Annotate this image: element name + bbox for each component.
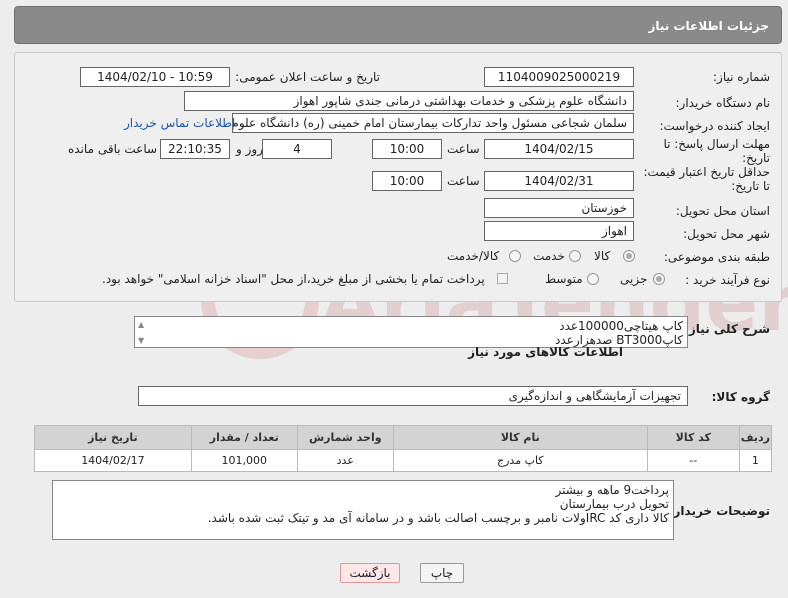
city-label: شهر محل تحویل: bbox=[683, 227, 770, 241]
scroll-up-icon[interactable]: ▲ bbox=[138, 318, 144, 332]
buyer-notes-line-1: پرداخت9 ماهه و بیشتر bbox=[555, 483, 669, 497]
need-number-label: شماره نیاز: bbox=[713, 70, 770, 84]
items-section-title: اطلاعات کالاهای مورد نیاز bbox=[468, 345, 623, 359]
category-radio-goods[interactable] bbox=[623, 250, 635, 262]
scroll-down-icon[interactable]: ▼ bbox=[138, 334, 144, 348]
price-date-field: 1404/02/31 bbox=[484, 171, 634, 191]
process-option-medium: متوسط bbox=[545, 272, 583, 286]
general-desc-line-1: کاپ هیتاچی100000عدد bbox=[559, 319, 683, 333]
category-option-goods: کالا bbox=[594, 249, 611, 263]
send-deadline-label: مهلت ارسال پاسخ: تا تاریخ: bbox=[663, 137, 770, 165]
category-label: طبقه بندی موضوعی: bbox=[663, 250, 770, 264]
creator-label: ایجاد کننده درخواست: bbox=[659, 119, 770, 133]
send-date-field: 1404/02/15 bbox=[484, 139, 634, 159]
col-quantity: تعداد / مقدار bbox=[190, 425, 298, 450]
province-label: استان محل تحویل: bbox=[675, 204, 770, 218]
send-time-label: ساعت bbox=[447, 142, 480, 156]
price-time-label: ساعت bbox=[447, 174, 480, 188]
category-radio-goods-service[interactable] bbox=[509, 250, 521, 262]
send-time-field: 10:00 bbox=[372, 139, 442, 159]
announce-label: تاریخ و ساعت اعلان عمومی: bbox=[235, 70, 380, 84]
process-radio-medium[interactable] bbox=[587, 273, 599, 285]
process-radio-minor[interactable] bbox=[653, 273, 665, 285]
page-header: جزئیات اطلاعات نیاز bbox=[14, 6, 782, 44]
process-label: نوع فرآیند خرید : bbox=[685, 273, 770, 287]
cell-unit: عدد bbox=[296, 449, 394, 472]
back-button[interactable]: بازگشت bbox=[340, 563, 400, 583]
buyer-notes-textarea[interactable]: پرداخت9 ماهه و بیشتر تحویل درب بیمارستان… bbox=[52, 480, 674, 540]
days-field: 4 bbox=[262, 139, 332, 159]
page-title: جزئیات اطلاعات نیاز bbox=[648, 19, 769, 33]
creator-field: سلمان شجاعی مسئول واحد تدارکات بیمارستان… bbox=[232, 113, 634, 133]
category-radio-service[interactable] bbox=[569, 250, 581, 262]
cell-code: -- bbox=[646, 449, 740, 472]
items-table-header: ردیف کد کالا نام کالا واحد شمارش تعداد /… bbox=[34, 425, 773, 450]
buyer-org-label: نام دستگاه خریدار: bbox=[675, 96, 771, 110]
col-row: ردیف bbox=[738, 425, 773, 450]
city-field: اهواز bbox=[484, 221, 634, 241]
buyer-contact-link[interactable]: اطلاعات تماس خریدار bbox=[124, 116, 235, 130]
treasury-payment-note: پرداخت تمام یا بخشی از مبلغ خرید،از محل … bbox=[102, 272, 485, 286]
announce-field: 1404/02/10 - 10:59 bbox=[80, 67, 230, 87]
treasury-payment-checkbox[interactable] bbox=[497, 273, 508, 284]
cell-row: 1 bbox=[738, 449, 773, 472]
general-desc-textarea[interactable]: کاپ هیتاچی100000عدد کاپBT3000 صدهزارعدد … bbox=[134, 316, 688, 348]
print-button[interactable]: چاپ bbox=[420, 563, 464, 583]
col-code: کد کالا bbox=[646, 425, 740, 450]
cell-quantity: 101,000 bbox=[190, 449, 298, 472]
process-option-minor: جزیی bbox=[620, 272, 648, 286]
province-field: خوزستان bbox=[484, 198, 634, 218]
need-number-field: 1104009025000219 bbox=[484, 67, 634, 87]
price-deadline-label: حداقل تاریخ اعتبار قیمت: تا تاریخ: bbox=[643, 165, 770, 193]
buyer-notes-label: توضیحات خریدار: bbox=[668, 504, 770, 518]
goods-group-label: گروه کالا: bbox=[711, 390, 770, 404]
items-table: ردیف کد کالا نام کالا واحد شمارش تعداد /… bbox=[34, 425, 773, 472]
remaining-label: ساعت باقی مانده bbox=[68, 142, 158, 156]
cell-need-date: 1404/02/17 bbox=[34, 449, 192, 472]
goods-group-field: تجهیزات آزمایشگاهی و اندازه‌گیری bbox=[138, 386, 688, 406]
table-row[interactable]: 1 -- کاپ مدرج عدد 101,000 1404/02/17 bbox=[34, 449, 773, 472]
category-option-goods-service: کالا/خدمت bbox=[447, 249, 500, 263]
buyer-notes-line-3: کالا داری کد IRCولات نامبر و برچسب اصالت… bbox=[207, 511, 669, 525]
col-name: نام کالا bbox=[392, 425, 648, 450]
days-label: روز و bbox=[236, 142, 263, 156]
buyer-notes-line-2: تحویل درب بیمارستان bbox=[559, 497, 669, 511]
general-desc-label: شرح کلی نیاز: bbox=[684, 322, 770, 336]
remaining-time-field: 22:10:35 bbox=[160, 139, 230, 159]
col-need-date: تاریخ نیاز bbox=[34, 425, 192, 450]
price-time-field: 10:00 bbox=[372, 171, 442, 191]
buyer-org-field: دانشگاه علوم پزشکی و خدمات بهداشتی درمان… bbox=[184, 91, 634, 111]
cell-name: کاپ مدرج bbox=[392, 449, 648, 472]
col-unit: واحد شمارش bbox=[296, 425, 394, 450]
category-option-service: خدمت bbox=[533, 249, 565, 263]
